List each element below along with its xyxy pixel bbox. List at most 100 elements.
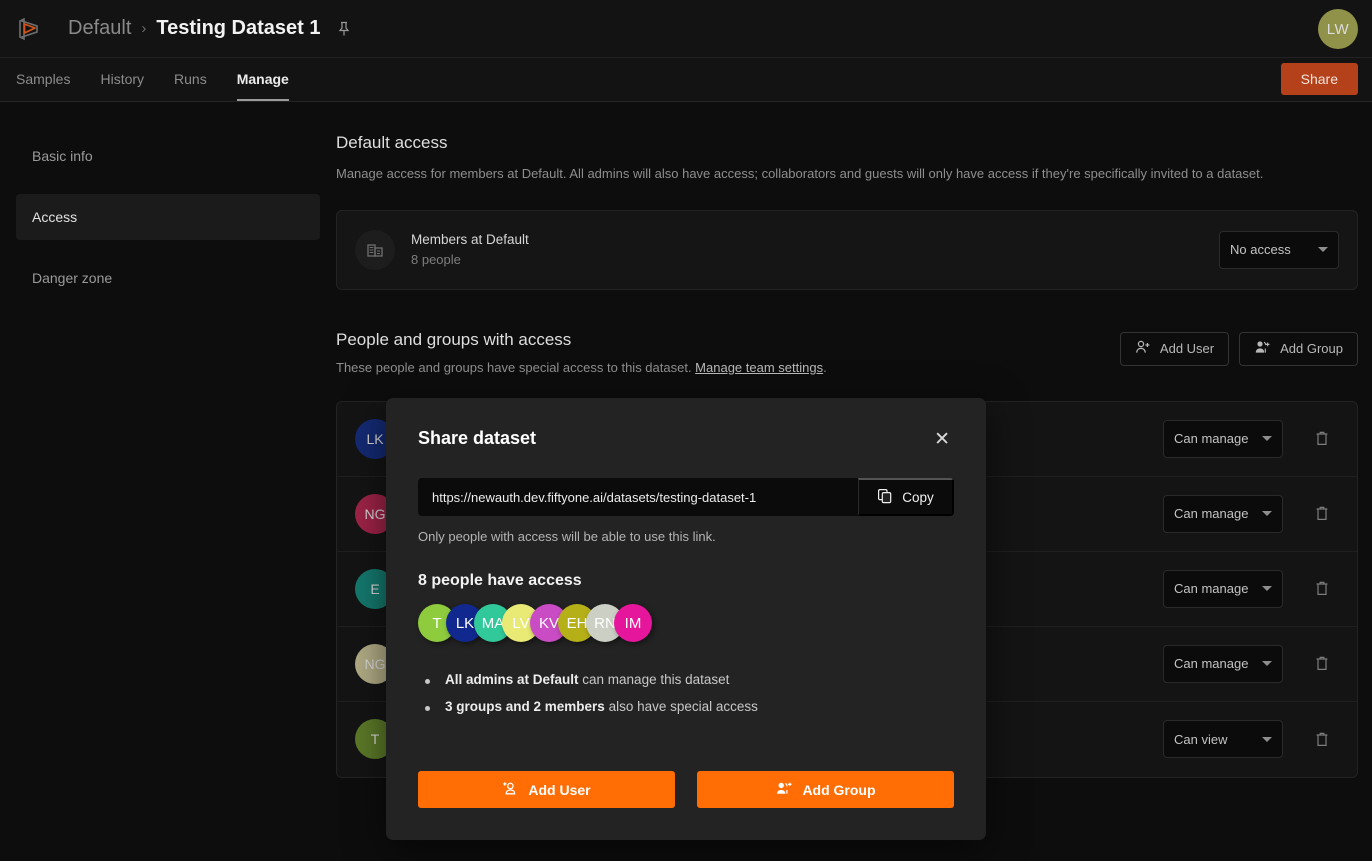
description-prefix: These people and groups have special acc… xyxy=(336,359,696,375)
trash-icon[interactable] xyxy=(1305,430,1339,447)
permission-value: Can manage xyxy=(1174,656,1249,672)
members-card-subtitle: 8 people xyxy=(411,252,461,268)
settings-sidebar: Basic info Access Danger zone xyxy=(0,103,336,861)
stack-avatar-initials: MA xyxy=(481,614,505,632)
modal-add-user-button[interactable]: Add User xyxy=(418,771,675,808)
permission-value: Can view xyxy=(1174,731,1228,747)
sidebar-item-label: Danger zone xyxy=(32,270,113,286)
bullet-text: 3 groups and 2 members also have special… xyxy=(445,699,758,714)
building-icon xyxy=(355,229,395,270)
share-link-value[interactable]: https://newauth.dev.fiftyone.ai/datasets… xyxy=(418,490,858,505)
row-permission-select[interactable]: Can manage xyxy=(1163,419,1283,458)
default-access-title: Default access xyxy=(336,133,448,152)
button-label: Add User xyxy=(1159,341,1215,357)
stack-avatar-initials: LV xyxy=(512,614,530,632)
page-title: Testing Dataset 1 xyxy=(156,17,321,39)
row-avatar-initials: T xyxy=(370,731,380,748)
modal-actions: Add User Add Group xyxy=(418,771,954,808)
share-link-note: Only people with access will be able to … xyxy=(418,529,716,544)
list-item: All admins at Default can manage this da… xyxy=(418,672,954,687)
avatar[interactable]: LW xyxy=(1318,9,1358,49)
permission-value: Can manage xyxy=(1174,506,1249,522)
sidebar-item-basic-info[interactable]: Basic info xyxy=(16,133,320,179)
row-avatar-initials: E xyxy=(370,580,380,597)
row-permission-select[interactable]: Can manage xyxy=(1163,494,1283,533)
manage-team-settings-link[interactable]: Manage team settings xyxy=(695,360,823,375)
tab-bar: Samples History Runs Manage Share xyxy=(0,58,1372,102)
stack-avatar-initials: EH xyxy=(566,614,588,632)
modal-add-group-button[interactable]: Add Group xyxy=(697,771,954,808)
access-count-label: 8 people have access xyxy=(418,572,582,589)
access-summary-bullets: All admins at Default can manage this da… xyxy=(418,672,954,714)
permission-value: Can manage xyxy=(1174,581,1249,597)
description-suffix: . xyxy=(823,359,827,375)
modal-title: Share dataset xyxy=(418,428,537,448)
members-at-default-card: Members at Default 8 people No access xyxy=(336,209,1358,290)
share-button[interactable]: Share xyxy=(1280,63,1358,95)
share-link-field[interactable]: https://newauth.dev.fiftyone.ai/datasets… xyxy=(418,478,954,516)
group-plus-icon xyxy=(775,780,793,799)
add-group-button[interactable]: Add Group xyxy=(1239,331,1358,366)
default-access-description: Manage access for members at Default. Al… xyxy=(336,166,1264,181)
permission-value: No access xyxy=(1230,242,1291,258)
copy-label: Copy xyxy=(902,489,934,505)
bullet-dot xyxy=(425,679,430,684)
user-plus-icon xyxy=(502,780,519,799)
row-permission-select[interactable]: Can view xyxy=(1163,720,1283,759)
people-header-buttons: Add User Add Group xyxy=(1119,331,1358,366)
bullet-dot xyxy=(425,706,430,711)
tab-runs[interactable]: Runs xyxy=(174,57,207,101)
trash-icon[interactable] xyxy=(1305,655,1339,672)
stack-avatar-initials: LK xyxy=(455,614,475,632)
breadcrumb: Default › Testing Dataset 1 xyxy=(68,17,351,40)
copy-button[interactable]: Copy xyxy=(858,478,954,516)
avatar-initials: LW xyxy=(1326,20,1350,38)
sidebar-item-danger-zone[interactable]: Danger zone xyxy=(16,255,320,301)
share-dataset-modal: Share dataset ✕ https://newauth.dev.fift… xyxy=(386,398,986,840)
fiftyone-logo-icon[interactable] xyxy=(12,12,46,46)
permission-value: Can manage xyxy=(1174,431,1249,447)
trash-icon[interactable] xyxy=(1305,505,1339,522)
sidebar-item-access[interactable]: Access xyxy=(16,194,320,240)
breadcrumb-separator-icon: › xyxy=(141,20,147,37)
top-bar: Default › Testing Dataset 1 LW xyxy=(0,0,1372,58)
tab-manage[interactable]: Manage xyxy=(236,57,289,101)
tab-samples[interactable]: Samples xyxy=(16,57,70,101)
stack-avatar-initials: IM xyxy=(624,614,642,632)
button-label: Add Group xyxy=(802,781,876,798)
row-avatar-initials: NG xyxy=(364,655,386,672)
trash-icon[interactable] xyxy=(1305,580,1339,597)
tab-label: Manage xyxy=(236,71,289,87)
bullet-text: All admins at Default can manage this da… xyxy=(445,672,730,687)
sidebar-item-label: Access xyxy=(32,209,78,225)
row-avatar-initials: LK xyxy=(366,430,384,447)
chevron-down-icon xyxy=(1262,511,1272,517)
close-icon[interactable]: ✕ xyxy=(930,428,954,451)
app-root: Default › Testing Dataset 1 LW Samples H… xyxy=(0,0,1372,861)
pin-icon[interactable] xyxy=(337,21,351,37)
user-plus-icon xyxy=(1135,339,1151,358)
stack-avatar[interactable]: IM xyxy=(614,604,652,642)
button-label: Add User xyxy=(528,781,591,798)
chevron-down-icon xyxy=(1262,736,1272,742)
members-card-text: Members at Default 8 people xyxy=(411,232,1219,267)
stack-avatar-initials: KV xyxy=(538,614,559,632)
default-access-permission-select[interactable]: No access xyxy=(1219,230,1339,269)
trash-icon[interactable] xyxy=(1305,731,1339,748)
chevron-down-icon xyxy=(1262,586,1272,592)
button-label: Add Group xyxy=(1280,341,1343,357)
breadcrumb-org[interactable]: Default xyxy=(68,17,131,40)
people-section-header: People and groups with access These peop… xyxy=(336,330,1358,375)
add-user-button[interactable]: Add User xyxy=(1119,331,1230,366)
stack-avatar-initials: T xyxy=(432,614,442,632)
row-permission-select[interactable]: Can manage xyxy=(1163,644,1283,683)
list-item: 3 groups and 2 members also have special… xyxy=(418,699,954,714)
chevron-down-icon xyxy=(1262,436,1272,442)
tab-list: Samples History Runs Manage xyxy=(0,57,289,101)
chevron-down-icon xyxy=(1262,661,1272,667)
sidebar-item-label: Basic info xyxy=(32,148,93,164)
row-avatar-initials: NG xyxy=(364,505,386,522)
row-permission-select[interactable]: Can manage xyxy=(1163,569,1283,608)
tab-history[interactable]: History xyxy=(100,57,144,101)
modal-header: Share dataset ✕ xyxy=(418,428,954,451)
